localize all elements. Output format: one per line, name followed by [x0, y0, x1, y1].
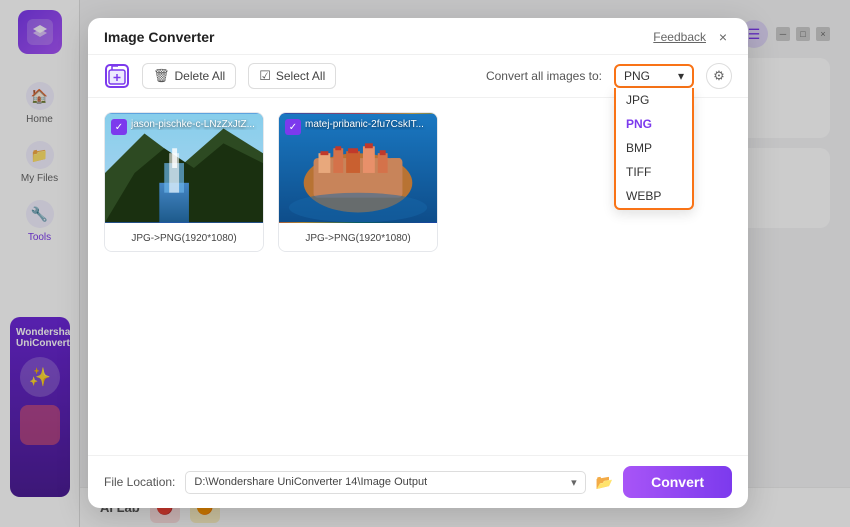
check-icon: ☑: [259, 68, 271, 84]
image-card-2: ✓ matej-pribanic-2fu7CskIT...: [278, 112, 438, 252]
modal-title: Image Converter: [104, 29, 214, 45]
image-label-2: JPG->PNG(1920*1080): [279, 223, 437, 252]
file-location-value: D:\Wondershare UniConverter 14\Image Out…: [194, 476, 427, 488]
image-label-1: JPG->PNG(1920*1080): [105, 223, 263, 252]
image-filename-1: jason-pischke-c-LNzZxJtZ...: [131, 119, 257, 130]
image-filename-2: matej-pribanic-2fu7CskIT...: [305, 119, 431, 130]
selected-format: PNG: [624, 69, 650, 83]
image-card-1: ✓ jason-pischke-c-LNzZxJtZ...: [104, 112, 264, 252]
modal-footer: File Location: D:\Wondershare UniConvert…: [88, 455, 748, 508]
delete-all-button[interactable]: 🗑 Delete All: [142, 63, 236, 89]
delete-all-label: Delete All: [175, 69, 226, 83]
format-selector-wrapper: PNG ▾ JPG PNG BMP TIFF WEBP: [614, 64, 694, 88]
image-checkbox-2[interactable]: ✓: [285, 119, 301, 135]
format-dropdown: JPG PNG BMP TIFF WEBP: [614, 88, 694, 210]
convert-button[interactable]: Convert: [623, 466, 732, 498]
modal-header-right: Feedback ×: [653, 28, 732, 46]
dropdown-arrow-icon-2: ▾: [571, 476, 577, 489]
modal-close-button[interactable]: ×: [714, 28, 732, 46]
format-option-jpg[interactable]: JPG: [616, 88, 692, 112]
format-option-png[interactable]: PNG: [616, 112, 692, 136]
format-option-webp[interactable]: WEBP: [616, 184, 692, 208]
modal-overlay: Image Converter Feedback × 🗑: [0, 0, 850, 527]
file-location-input[interactable]: D:\Wondershare UniConverter 14\Image Out…: [185, 471, 585, 494]
feedback-link[interactable]: Feedback: [653, 30, 706, 44]
folder-browse-icon[interactable]: 📂: [596, 474, 613, 491]
select-all-button[interactable]: ☑ Select All: [248, 63, 336, 89]
file-location-label: File Location:: [104, 475, 175, 489]
trash-icon: 🗑: [153, 68, 170, 84]
format-selector[interactable]: PNG ▾: [614, 64, 694, 88]
image-checkbox-1[interactable]: ✓: [111, 119, 127, 135]
image-converter-modal: Image Converter Feedback × 🗑: [88, 18, 748, 508]
add-files-button[interactable]: [104, 63, 130, 89]
dropdown-arrow-icon: ▾: [678, 69, 684, 83]
modal-toolbar: 🗑 Delete All ☑ Select All Convert all im…: [88, 55, 748, 98]
settings-button[interactable]: ⚙: [706, 63, 732, 89]
convert-all-label: Convert all images to:: [486, 69, 602, 83]
format-option-tiff[interactable]: TIFF: [616, 160, 692, 184]
format-option-bmp[interactable]: BMP: [616, 136, 692, 160]
modal-header: Image Converter Feedback ×: [88, 18, 748, 55]
select-all-label: Select All: [276, 69, 325, 83]
